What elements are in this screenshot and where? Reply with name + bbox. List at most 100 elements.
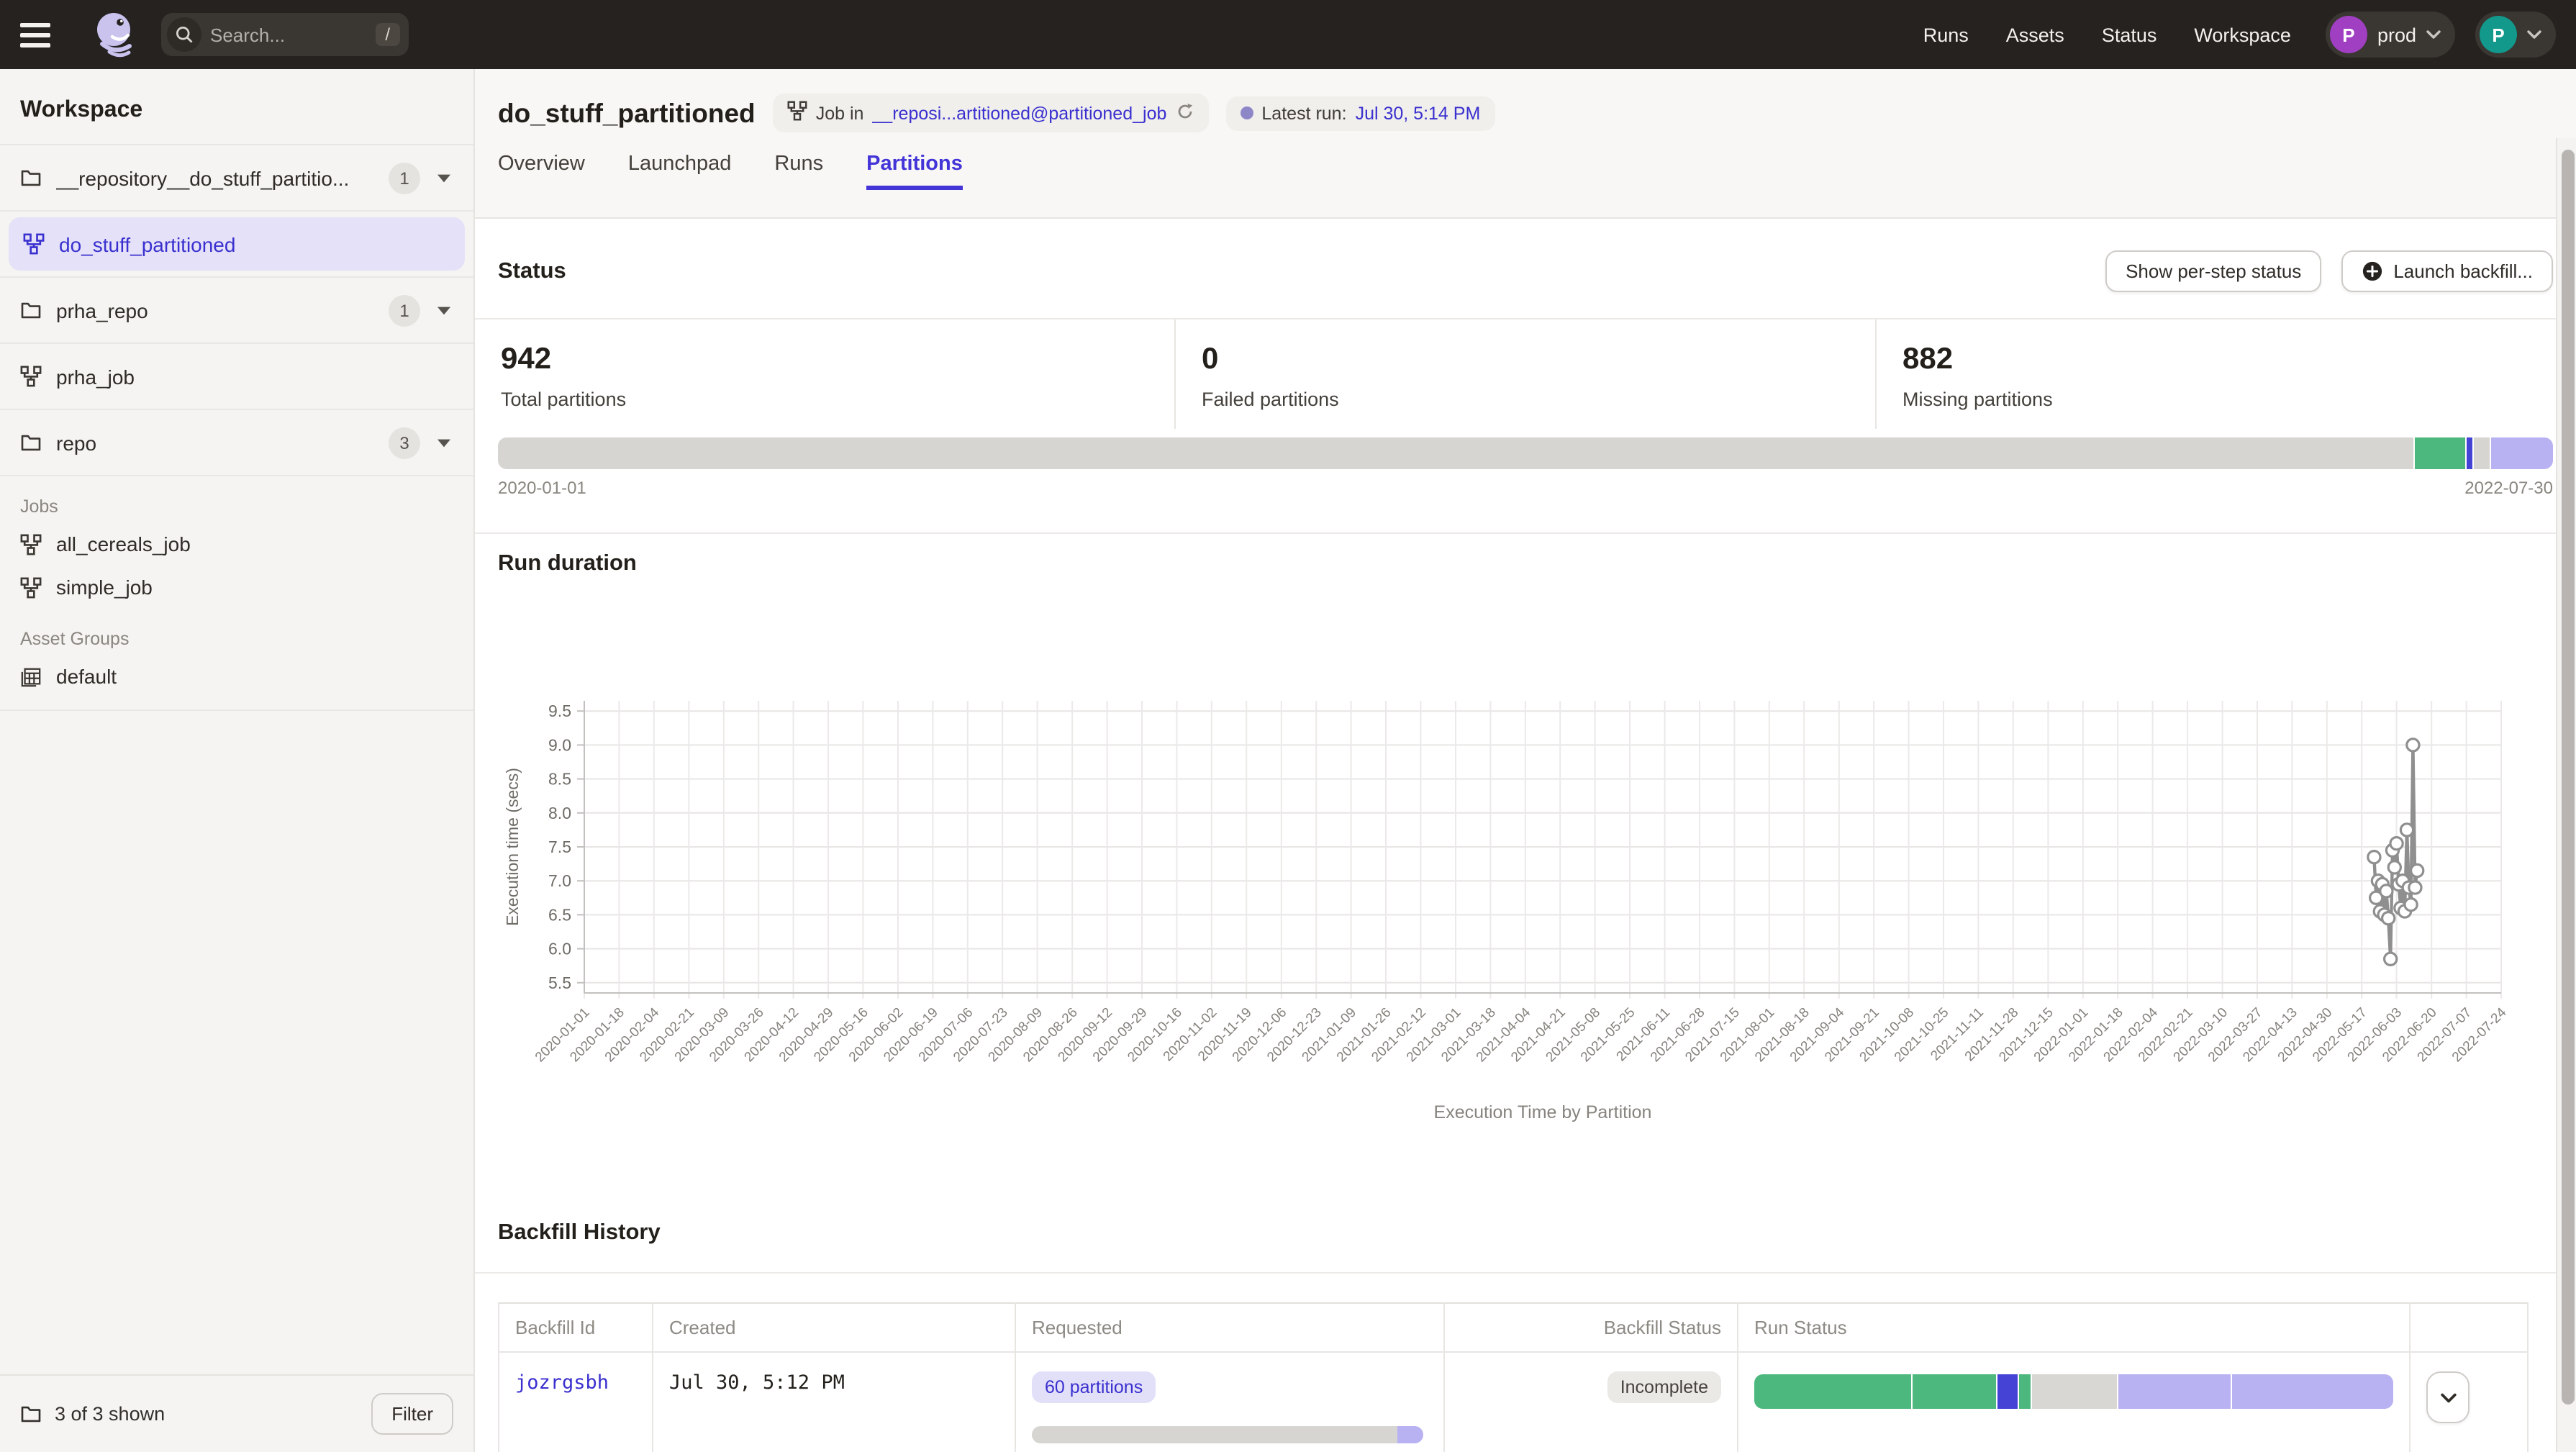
count-badge: 1	[389, 294, 420, 326]
folder-icon	[20, 432, 42, 453]
svg-text:7.5: 7.5	[548, 838, 571, 856]
chart-point	[2385, 953, 2397, 965]
show-per-step-status-button[interactable]: Show per-step status	[2105, 250, 2321, 292]
asset-group-label: default	[56, 665, 117, 688]
tab-launchpad[interactable]: Launchpad	[628, 153, 732, 189]
backfill-requested-cell: 60 partitions2020-01-012022-07-30	[1015, 1352, 1444, 1452]
stat-missing-partitions: 882Missing partitions	[1875, 319, 2576, 429]
bar-segment	[1997, 1374, 2018, 1409]
sidebar-job-all-cereals-job[interactable]: all_cereals_job	[0, 522, 473, 566]
svg-text:8.0: 8.0	[548, 804, 571, 822]
bar-segment	[2020, 1374, 2031, 1409]
partition-range-end: 2022-07-30	[2464, 478, 2553, 498]
job-icon	[20, 533, 42, 555]
run-status-bar[interactable]	[1754, 1374, 2393, 1409]
nav-link-workspace[interactable]: Workspace	[2194, 24, 2291, 45]
sidebar-item-label: repo	[56, 431, 374, 454]
vertical-scrollbar[interactable]	[2556, 138, 2576, 1452]
sidebar-slot: __repository__do_stuff_partitio...1	[0, 145, 473, 212]
hamburger-menu-icon[interactable]	[20, 10, 69, 59]
asset-groups-section-label: Asset Groups	[0, 629, 473, 649]
chart-point	[2390, 838, 2403, 850]
chevron-down-icon	[2527, 30, 2541, 39]
user-avatar: P	[2480, 16, 2517, 53]
sidebar-item-label: __repository__do_stuff_partitio...	[56, 166, 374, 189]
count-badge: 3	[389, 427, 420, 458]
sidebar-jobs-list: all_cereals_job simple_job	[0, 522, 473, 609]
workspace-sidebar: Workspace __repository__do_stuff_partiti…	[0, 69, 475, 1452]
backfill-status-badge: Incomplete	[1607, 1371, 1721, 1403]
sidebar-item-prha-job[interactable]: prha_job	[0, 344, 473, 409]
sidebar-asset-groups-list: default	[0, 655, 473, 711]
tab-partitions[interactable]: Partitions	[866, 153, 963, 189]
tab-overview[interactable]: Overview	[498, 153, 585, 189]
chart-point	[2382, 912, 2395, 925]
repos-shown-count: 3 of 3 shown	[55, 1403, 165, 1425]
sidebar-asset-group-default[interactable]: default	[0, 655, 473, 698]
user-menu[interactable]: P	[2475, 12, 2556, 58]
svg-text:7.0: 7.0	[548, 871, 571, 890]
sidebar-item-repo[interactable]: repo 3	[0, 410, 473, 475]
scrollbar-thumb[interactable]	[2561, 150, 2574, 1405]
caret-down-icon[interactable]	[435, 171, 453, 185]
nav-link-status[interactable]: Status	[2102, 24, 2157, 45]
bar-segment	[2118, 1374, 2231, 1409]
bar-segment	[2467, 437, 2472, 469]
tab-runs[interactable]: Runs	[774, 153, 823, 189]
chart-point	[2368, 851, 2380, 863]
partition-range-start: 2020-01-01	[498, 478, 586, 498]
backfill-id-link[interactable]: jozrgsbh	[515, 1371, 609, 1394]
folder-icon	[20, 1403, 42, 1425]
job-repo-link[interactable]: __reposi...artitioned@partitioned_job	[872, 103, 1166, 123]
stat-value: 882	[1902, 341, 2550, 378]
run-status-dot	[1240, 106, 1253, 119]
run-status-cell	[1738, 1352, 2410, 1452]
sidebar-slot: repo 3	[0, 410, 473, 476]
search-box[interactable]: /	[161, 13, 409, 56]
app-logo-octopus-icon[interactable]	[89, 9, 141, 60]
sidebar-item-prha-repo[interactable]: prha_repo 1	[0, 278, 473, 342]
job-label: all_cereals_job	[56, 532, 191, 555]
stat-total-partitions: 942Total partitions	[475, 319, 1174, 429]
chart-ylabel: Execution time (secs)	[503, 768, 522, 926]
job-icon	[787, 101, 807, 125]
main-content: do_stuff_partitioned Job in __reposi...a…	[475, 69, 2576, 1452]
nav-link-assets[interactable]: Assets	[2006, 24, 2064, 45]
column-header-run-status: Run Status	[1738, 1303, 2410, 1352]
section-divider	[475, 1272, 2576, 1274]
caret-down-icon[interactable]	[435, 303, 453, 317]
folder-icon	[20, 167, 42, 189]
job-icon	[20, 576, 42, 598]
stat-label: Total partitions	[501, 389, 1148, 410]
job-repo-tag: Job in __reposi...artitioned@partitioned…	[773, 94, 1209, 132]
sidebar-item-label: prha_repo	[56, 299, 374, 322]
column-header-created: Created	[653, 1303, 1015, 1352]
dagster-app: / Runs Assets Status Workspace P prod P Wor…	[0, 0, 2576, 1452]
refresh-icon[interactable]	[1175, 101, 1194, 124]
nav-link-runs[interactable]: Runs	[1923, 24, 1969, 45]
partition-status-bar[interactable]	[498, 437, 2553, 469]
chart-point	[2407, 739, 2419, 751]
deployment-switcher[interactable]: P prod	[2326, 12, 2455, 58]
svg-text:8.5: 8.5	[548, 770, 571, 789]
backfill-created: Jul 30, 5:12 PM	[669, 1371, 845, 1394]
sidebar-slot: do_stuff_partitioned	[0, 212, 473, 278]
sidebar-item-do-stuff-partitioned[interactable]: do_stuff_partitioned	[9, 217, 465, 271]
column-header-requested: Requested	[1015, 1303, 1444, 1352]
bar-segment	[2416, 437, 2466, 469]
caret-down-icon[interactable]	[435, 435, 453, 450]
sidebar-slot: prha_repo 1	[0, 278, 473, 344]
latest-run-link[interactable]: Jul 30, 5:14 PM	[1356, 103, 1481, 123]
bar-segment	[1398, 1426, 1423, 1443]
search-input[interactable]	[210, 24, 366, 45]
run-duration-chart: Execution time (secs)5.56.06.57.07.58.08…	[498, 580, 2513, 1138]
table-header-row: Backfill IdCreatedRequestedBackfill Stat…	[499, 1303, 2528, 1352]
requested-partitions-chip[interactable]: 60 partitions	[1032, 1371, 1156, 1403]
sidebar-item-repository-do-stuff-partitio[interactable]: __repository__do_stuff_partitio...1	[0, 145, 473, 210]
svg-text:5.5: 5.5	[548, 974, 571, 992]
launch-backfill-button[interactable]: Launch backfill...	[2341, 250, 2553, 292]
filter-button[interactable]: Filter	[371, 1393, 453, 1435]
sidebar-item-label: do_stuff_partitioned	[59, 232, 450, 255]
sidebar-job-simple-job[interactable]: simple_job	[0, 566, 473, 609]
expand-row-button[interactable]	[2426, 1371, 2470, 1423]
